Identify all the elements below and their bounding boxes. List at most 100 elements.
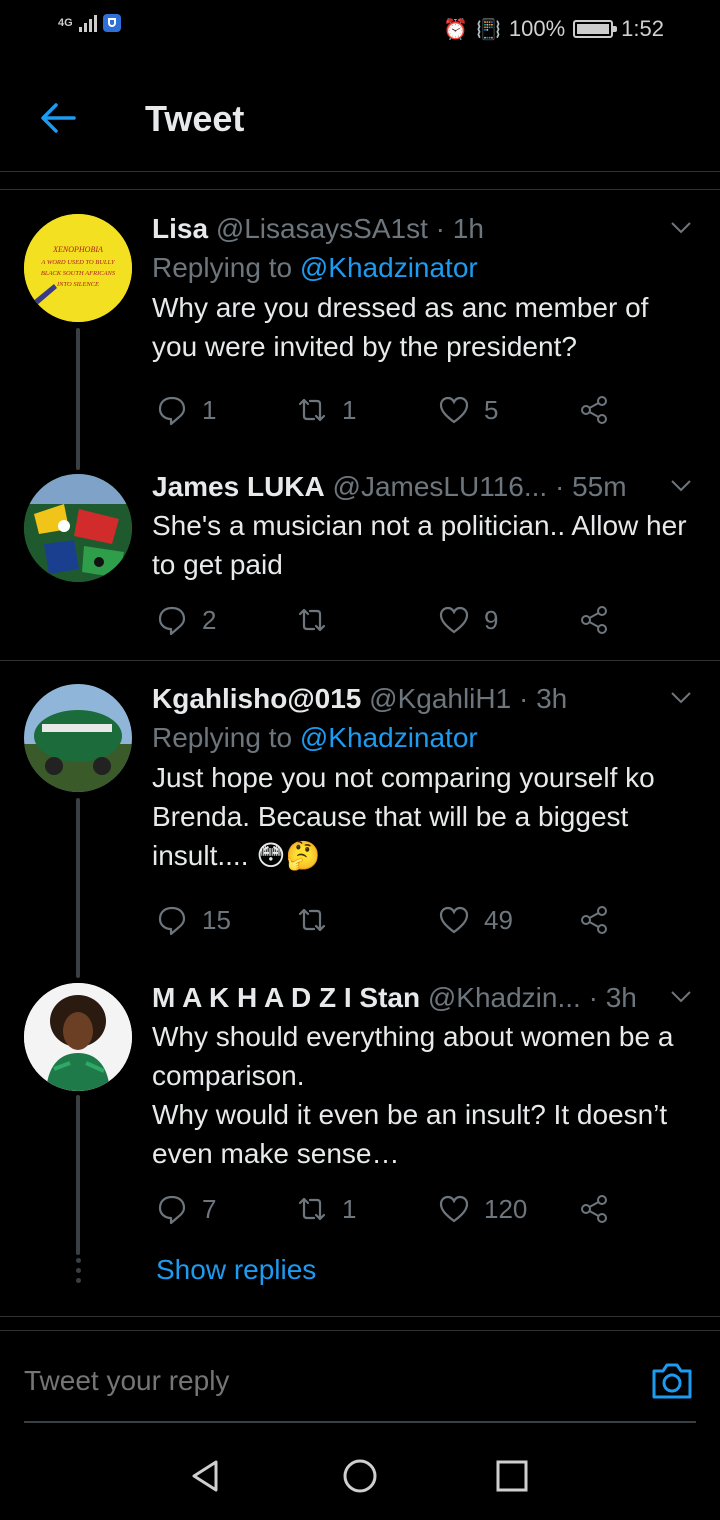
chevron-down-icon[interactable] bbox=[670, 474, 692, 496]
recents-square-icon[interactable] bbox=[494, 1458, 530, 1494]
heart-icon bbox=[439, 606, 469, 634]
vpn-shield-icon bbox=[102, 14, 121, 32]
home-circle-icon[interactable] bbox=[342, 1458, 378, 1494]
crowd-flags-icon bbox=[24, 474, 132, 582]
author-name[interactable]: Lisa bbox=[152, 213, 208, 244]
reply-input-underline bbox=[24, 1421, 696, 1423]
avatar-kgahlisho[interactable] bbox=[24, 684, 132, 792]
retweet-button[interactable]: 1 bbox=[296, 1189, 356, 1229]
tweet-makhadzi-stan[interactable]: M A K H A D Z I Stan @Khadzin... · 3h Wh… bbox=[0, 979, 720, 1255]
retweet-button[interactable] bbox=[296, 600, 342, 640]
tweet-meta: Lisa @LisasaysSA1st · 1h bbox=[152, 210, 698, 248]
tweet-kgahlisho[interactable]: Kgahlisho@015 @KgahliH1 · 3h Replying to… bbox=[0, 680, 720, 978]
author-name[interactable]: Kgahlisho@015 bbox=[152, 683, 361, 714]
tweet-time: · 1h bbox=[435, 213, 484, 244]
share-button[interactable] bbox=[578, 900, 610, 940]
replying-to: Replying to @Khadzinator bbox=[152, 248, 698, 288]
chevron-down-icon[interactable] bbox=[670, 985, 692, 1007]
share-icon bbox=[581, 396, 607, 424]
retweet-icon bbox=[298, 908, 326, 932]
heart-icon bbox=[439, 906, 469, 934]
svg-text:INTO SILENCE: INTO SILENCE bbox=[56, 281, 99, 288]
share-icon bbox=[581, 1195, 607, 1223]
avatar-makhadzi-stan[interactable] bbox=[24, 983, 132, 1091]
thread-line bbox=[76, 1095, 80, 1255]
retweet-count: 1 bbox=[342, 1193, 357, 1224]
vibrate-icon: 📳 bbox=[475, 18, 501, 41]
tweet-content: M A K H A D Z I Stan @Khadzin... · 3h Wh… bbox=[152, 979, 698, 1173]
portrait-icon bbox=[24, 983, 132, 1091]
tweet-content: Kgahlisho@015 @KgahliH1 · 3h Replying to… bbox=[152, 680, 698, 875]
thread-continuation-dots bbox=[74, 1258, 82, 1288]
tweet-actions: 7 1 120 bbox=[152, 1189, 632, 1229]
truck-photo-icon bbox=[24, 684, 132, 792]
reply-icon bbox=[158, 396, 186, 426]
reply-button[interactable]: 1 bbox=[156, 390, 216, 430]
reply-count: 7 bbox=[202, 1193, 217, 1224]
tweet-meta: M A K H A D Z I Stan @Khadzin... · 3h bbox=[152, 979, 698, 1017]
reply-composer bbox=[0, 1330, 720, 1423]
avatar-james-luka[interactable] bbox=[24, 474, 132, 582]
replying-to-handle[interactable]: @Khadzinator bbox=[300, 722, 478, 753]
like-button[interactable]: 9 bbox=[438, 600, 498, 640]
reply-icon bbox=[158, 606, 186, 636]
retweet-count: 1 bbox=[342, 394, 357, 425]
reply-count: 2 bbox=[202, 604, 217, 635]
share-button[interactable] bbox=[578, 1189, 610, 1229]
chevron-down-icon[interactable] bbox=[670, 686, 692, 708]
retweet-icon bbox=[298, 1197, 326, 1221]
reply-icon bbox=[158, 906, 186, 936]
status-right: ⏰ 📳 100% 1:52 bbox=[443, 16, 664, 42]
author-handle[interactable]: @KgahliH1 bbox=[369, 683, 511, 714]
like-count: 5 bbox=[484, 394, 499, 425]
tweet-time: · 55m bbox=[554, 471, 627, 502]
author-name[interactable]: James LUKA bbox=[152, 471, 325, 502]
tweet-text: She's a musician not a politician.. Allo… bbox=[152, 510, 687, 580]
svg-text:A WORD USED TO BULLY: A WORD USED TO BULLY bbox=[40, 259, 116, 266]
share-button[interactable] bbox=[578, 390, 610, 430]
reply-button[interactable]: 2 bbox=[156, 600, 216, 640]
back-triangle-icon[interactable] bbox=[188, 1458, 224, 1494]
reply-button[interactable]: 15 bbox=[156, 900, 231, 940]
replying-to-label: Replying to bbox=[152, 252, 293, 283]
top-app-bar: Tweet bbox=[0, 62, 720, 172]
like-button[interactable]: 120 bbox=[438, 1189, 527, 1229]
reply-count: 1 bbox=[202, 394, 217, 425]
camera-icon[interactable] bbox=[650, 1361, 694, 1401]
tweet-meta: James LUKA @JamesLU116... · 55m bbox=[152, 468, 698, 506]
battery-icon bbox=[573, 20, 618, 38]
like-button[interactable]: 5 bbox=[438, 390, 498, 430]
retweet-button[interactable] bbox=[296, 900, 342, 940]
back-arrow-icon[interactable] bbox=[36, 96, 80, 140]
heart-icon bbox=[439, 396, 469, 424]
tweet-content: Lisa @LisasaysSA1st · 1h Replying to @Kh… bbox=[152, 210, 698, 366]
status-left: 4G bbox=[58, 14, 121, 32]
share-button[interactable] bbox=[578, 600, 610, 640]
divider bbox=[0, 189, 720, 190]
retweet-icon bbox=[298, 608, 326, 632]
author-name[interactable]: M A K H A D Z I Stan bbox=[152, 982, 420, 1013]
system-nav-bar bbox=[0, 1430, 720, 1520]
author-handle[interactable]: @JamesLU116... bbox=[333, 471, 548, 502]
thread-line bbox=[76, 798, 80, 978]
svg-text:BLACK SOUTH AFRICANS: BLACK SOUTH AFRICANS bbox=[41, 270, 116, 277]
reply-icon bbox=[158, 1195, 186, 1225]
author-handle[interactable]: @Khadzin... bbox=[428, 982, 581, 1013]
reply-button[interactable]: 7 bbox=[156, 1189, 216, 1229]
reply-input[interactable] bbox=[24, 1365, 584, 1397]
like-button[interactable]: 49 bbox=[438, 900, 513, 940]
chevron-down-icon[interactable] bbox=[670, 216, 692, 238]
show-replies-link[interactable]: Show replies bbox=[156, 1254, 316, 1286]
network-type: 4G bbox=[58, 17, 73, 29]
author-handle[interactable]: @LisasaysSA1st bbox=[216, 213, 428, 244]
avatar-lisa[interactable]: XENOPHOBIA A WORD USED TO BULLY BLACK SO… bbox=[24, 214, 132, 322]
tweet-james-luka[interactable]: James LUKA @JamesLU116... · 55m She's a … bbox=[0, 468, 720, 648]
alarm-icon: ⏰ bbox=[443, 18, 468, 41]
tweet-time: · 3h bbox=[518, 683, 568, 714]
clock: 1:52 bbox=[621, 16, 664, 41]
replying-to-handle[interactable]: @Khadzinator bbox=[300, 252, 478, 283]
tweet-text: Why are you dressed as anc member of you… bbox=[152, 292, 649, 362]
retweet-button[interactable]: 1 bbox=[296, 390, 356, 430]
tweet-lisa[interactable]: XENOPHOBIA A WORD USED TO BULLY BLACK SO… bbox=[0, 210, 720, 470]
xenophobia-poster-icon: XENOPHOBIA A WORD USED TO BULLY BLACK SO… bbox=[24, 214, 132, 322]
